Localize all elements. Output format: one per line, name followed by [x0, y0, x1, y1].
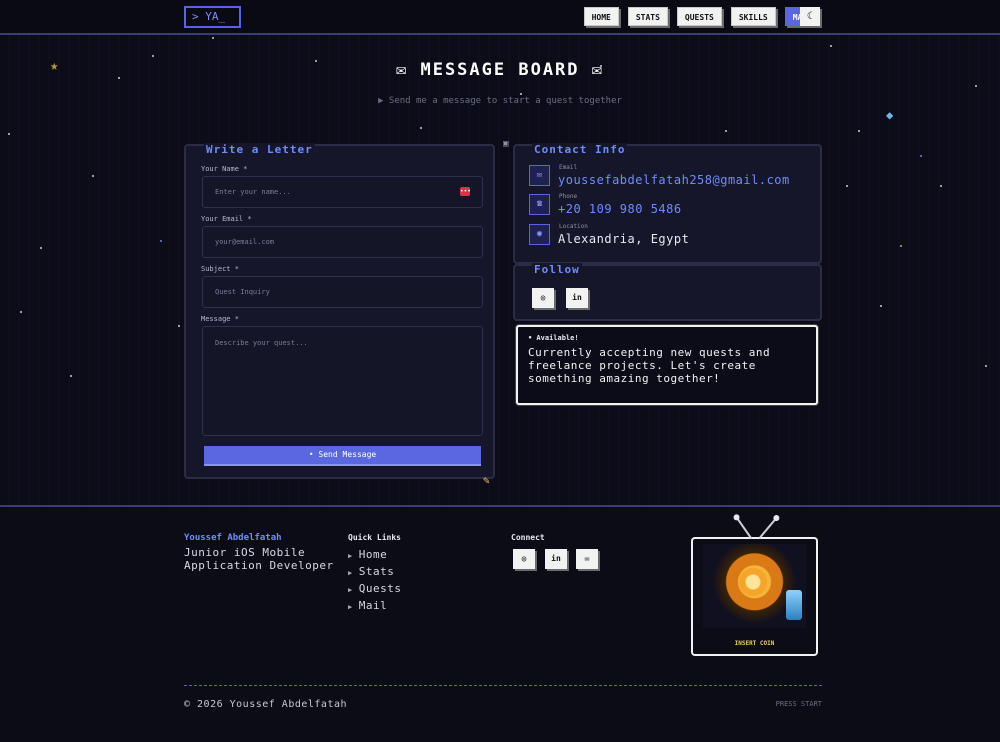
footer-divider — [184, 685, 822, 686]
tv-explosion-image — [703, 544, 806, 628]
arrow-right-icon: ▶ — [348, 569, 353, 577]
footer-link-mail[interactable]: ▶ Mail — [348, 599, 387, 612]
follow-title: Follow — [532, 263, 582, 276]
pencil-icon: ✎ — [483, 474, 490, 487]
arrow-right-icon: ▶ — [348, 586, 353, 594]
contact-title: Contact Info — [532, 143, 628, 156]
message-label: Message * — [201, 315, 239, 323]
availability-card: • Available! Currently accepting new que… — [516, 325, 818, 405]
tv-antenna-left — [735, 516, 753, 540]
arrow-right-icon: ▶ — [348, 603, 353, 611]
github-icon[interactable]: ◎ — [532, 288, 554, 308]
copyright-text: © 2026 Youssef Abdelfatah — [184, 699, 348, 710]
email-label: Your Email * — [201, 215, 252, 223]
name-input[interactable]: Enter your name... ••• — [202, 176, 483, 208]
nav-quests-button[interactable]: QUESTS — [676, 7, 722, 26]
name-placeholder: Enter your name... — [215, 188, 291, 196]
quick-links-heading: Quick Links — [348, 533, 401, 542]
message-form: Write a Letter Your Name * Enter your na… — [184, 143, 495, 479]
phone-icon: ☎ — [529, 194, 550, 215]
nav-links: HOME STATS QUESTS SKILLS MAIL — [583, 7, 820, 26]
footer-link-stats[interactable]: ▶ Stats — [348, 565, 394, 578]
email-placeholder: your@email.com — [215, 238, 275, 246]
connect-heading: Connect — [511, 533, 545, 542]
follow-card: Follow ◎ in — [513, 263, 822, 321]
insert-coin-text[interactable]: INSERT COIN — [693, 640, 816, 647]
message-textarea[interactable]: Describe your quest... — [202, 326, 483, 436]
page-title: ✉ MESSAGE BOARD ✉ — [396, 60, 604, 80]
footer-mail-icon[interactable]: ✉ — [576, 549, 598, 569]
arcade-tv: INSERT COIN — [691, 516, 818, 656]
contact-location-label: Location — [559, 223, 588, 230]
footer-link-home[interactable]: ▶ Home — [348, 548, 387, 561]
name-label: Your Name * — [201, 165, 248, 173]
footer-linkedin-icon[interactable]: in — [545, 549, 567, 569]
mail-icon: ✉ — [529, 165, 550, 186]
location-pin-icon: ◉ — [529, 224, 550, 245]
footer-github-icon[interactable]: ◎ — [513, 549, 535, 569]
footer: Youssef Abdelfatah Junior iOS Mobile App… — [0, 505, 1000, 742]
contact-phone-value[interactable]: +20 109 980 5486 — [558, 202, 682, 216]
form-title: Write a Letter — [204, 143, 315, 156]
contact-info-card: Contact Info ✉ Email youssefabdelfatah25… — [513, 143, 822, 264]
gem-icon: ◆ — [886, 108, 894, 122]
footer-name: Youssef Abdelfatah — [184, 533, 282, 543]
nav-stats-button[interactable]: STATS — [627, 7, 668, 26]
top-nav: > YA_ HOME STATS QUESTS SKILLS MAIL ☾ — [0, 0, 1000, 35]
password-manager-icon[interactable]: ••• — [460, 187, 471, 196]
footer-link-quests[interactable]: ▶ Quests — [348, 582, 401, 595]
site-logo[interactable]: > YA_ — [184, 6, 241, 28]
linkedin-icon[interactable]: in — [566, 288, 588, 308]
subject-placeholder: Quest Inquiry — [215, 288, 270, 296]
contact-location-value: Alexandria, Egypt — [558, 232, 690, 246]
press-start-text: PRESS START — [775, 700, 822, 708]
nav-home-button[interactable]: HOME — [583, 7, 619, 26]
footer-link-quests-label: Quests — [358, 582, 402, 595]
contact-email-label: Email — [559, 164, 578, 171]
footer-role: Junior iOS Mobile Application Developer — [184, 546, 334, 572]
page-subtitle: ▶ Send me a message to start a quest tog… — [378, 96, 622, 106]
availability-text: Currently accepting new quests and freel… — [528, 346, 771, 385]
contact-email-value[interactable]: youssefabdelfatah258@gmail.com — [558, 173, 790, 187]
nav-skills-button[interactable]: SKILLS — [730, 7, 776, 26]
gamepad-icon: ▣ — [503, 139, 509, 149]
subject-label: Subject * — [201, 265, 239, 273]
footer-link-mail-label: Mail — [358, 599, 388, 612]
availability-title: • Available! — [528, 334, 579, 342]
theme-toggle-moon-icon[interactable]: ☾ — [800, 7, 820, 26]
footer-link-stats-label: Stats — [358, 565, 395, 578]
subject-input[interactable]: Quest Inquiry — [202, 276, 483, 308]
arrow-right-icon: ▶ — [348, 552, 353, 560]
contact-phone-label: Phone — [559, 193, 578, 200]
email-input[interactable]: your@email.com — [202, 226, 483, 258]
send-message-button[interactable]: • Send Message — [204, 446, 481, 466]
footer-link-home-label: Home — [358, 548, 388, 561]
message-placeholder: Describe your quest... — [215, 339, 308, 347]
tv-antenna-right — [758, 517, 778, 539]
